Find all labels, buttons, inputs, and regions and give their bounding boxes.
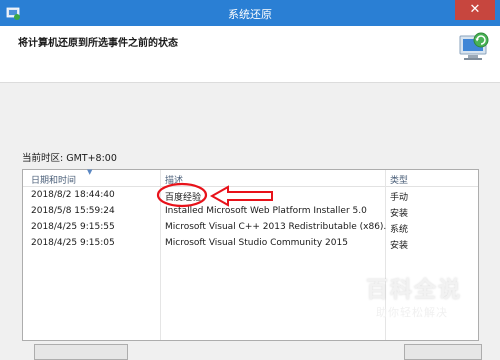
system-restore-icon xyxy=(459,32,489,60)
watermark: 百科全说 助你轻松解决 xyxy=(348,272,466,324)
watermark-title: 百科全说 xyxy=(366,278,463,303)
column-header-type[interactable]: 类型 xyxy=(390,173,470,186)
cell-datetime: 2018/4/25 9:15:55 xyxy=(31,222,115,232)
window-title: 系统还原 xyxy=(228,8,272,21)
cell-datetime: 2018/5/8 15:59:24 xyxy=(31,206,115,216)
header-panel: 将计算机还原到所选事件之前的状态 xyxy=(0,26,500,83)
close-button[interactable]: ✕ xyxy=(455,0,495,20)
page-heading: 将计算机还原到所选事件之前的状态 xyxy=(18,38,178,49)
cell-description: Microsoft Visual Studio Community 2015 xyxy=(165,238,348,248)
watermark-subtitle: 助你轻松解决 xyxy=(376,306,448,319)
cell-type: 安装 xyxy=(390,241,409,251)
cell-description: Microsoft Visual C++ 2013 Redistributabl… xyxy=(165,222,387,232)
cell-description: Installed Microsoft Web Platform Install… xyxy=(165,206,367,216)
bottom-button-left[interactable] xyxy=(34,344,128,360)
sort-arrow-icon: ▼ xyxy=(87,168,93,176)
cell-type: 安装 xyxy=(390,209,409,219)
table-row[interactable]: 2018/4/25 9:15:55 Microsoft Visual C++ 2… xyxy=(23,221,478,236)
timezone-label: 当前时区: GMT+8:00 xyxy=(22,153,117,164)
cell-type: 手动 xyxy=(390,193,409,203)
cell-description: 百度经验 xyxy=(165,193,202,203)
table-row[interactable]: 2018/5/8 15:59:24 Installed Microsoft We… xyxy=(23,205,478,220)
column-header-description[interactable]: 描述 xyxy=(165,173,387,186)
title-bar: 系统还原 ✕ xyxy=(0,0,500,26)
cell-type: 系统 xyxy=(390,225,409,235)
bottom-button-right[interactable] xyxy=(404,344,482,360)
column-header-datetime[interactable]: 日期和时间 xyxy=(31,173,159,186)
cell-datetime: 2018/8/2 18:44:40 xyxy=(31,190,115,200)
table-row[interactable]: 2018/4/25 9:15:05 Microsoft Visual Studi… xyxy=(23,237,478,252)
table-row[interactable]: 2018/8/2 18:44:40 百度经验 手动 xyxy=(23,189,478,204)
table-header: 日期和时间 ▼ 描述 类型 xyxy=(23,168,478,187)
cell-datetime: 2018/4/25 9:15:05 xyxy=(31,238,115,248)
